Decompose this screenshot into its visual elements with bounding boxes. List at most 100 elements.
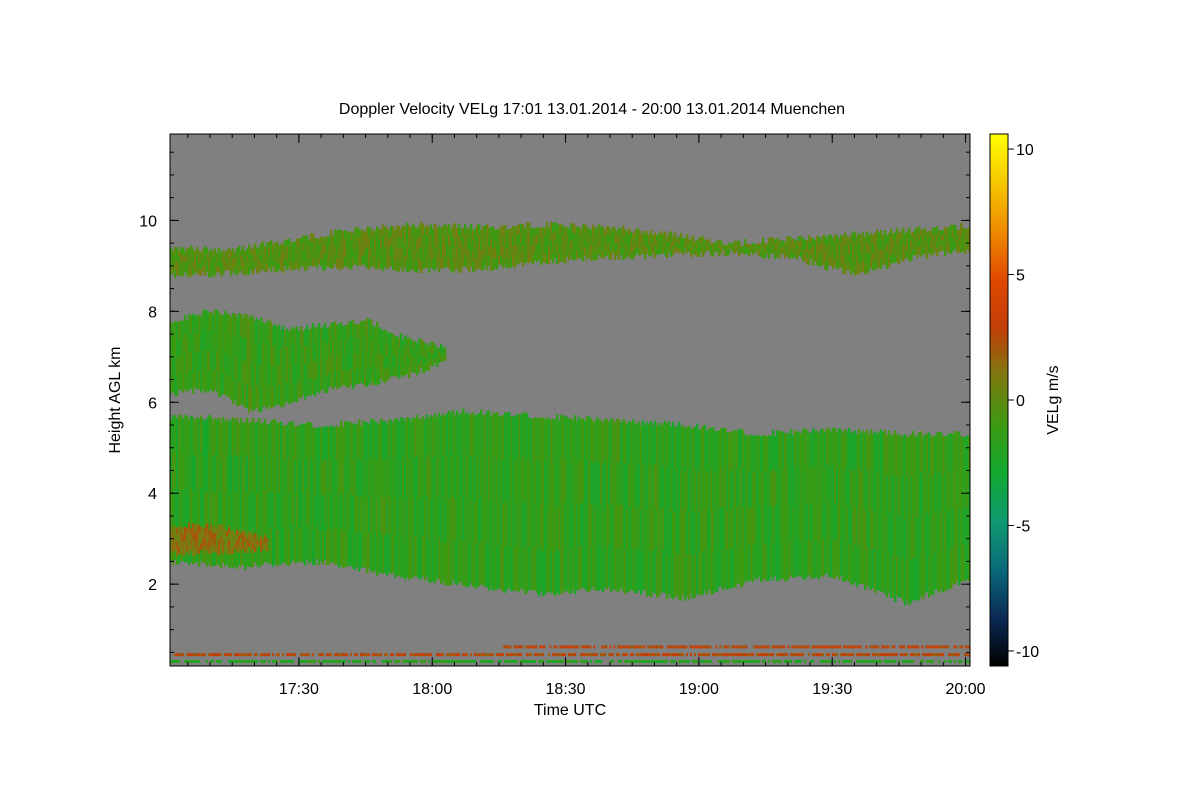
heatmap-cell [266,541,269,546]
heatmap-cell [758,659,760,663]
heatmap-cell [609,645,612,649]
heatmap-cell [793,645,796,649]
heatmap-cell [282,659,284,663]
heatmap-cell [384,659,386,663]
heatmap-cell [780,659,782,663]
colorbar-tick-label: 5 [1016,268,1025,285]
heatmap-cell [182,653,184,657]
heatmap-cell [374,659,376,663]
heatmap-cell [824,659,826,663]
heatmap-cell [966,653,968,657]
heatmap-cell [416,659,418,663]
heatmap-cell [839,645,842,649]
layer-ground-clutter-red [174,653,970,657]
heatmap-cell [811,645,814,649]
heatmap-cell [718,659,720,663]
heatmap-cell [927,645,930,649]
heatmap-cell [625,645,628,649]
y-tick-label: 8 [148,304,157,321]
heatmap-cell [224,653,226,657]
heatmap-cell [565,645,568,649]
heatmap-cell [512,659,514,663]
heatmap-cell [664,659,666,663]
heatmap-cell [856,659,858,663]
heatmap-cell [636,653,638,657]
heatmap-cell [372,659,374,663]
heatmap-cell [960,659,962,663]
heatmap-cell [340,659,342,663]
heatmap-cell [318,653,320,657]
heatmap-cell [888,659,890,663]
heatmap-cell [693,645,696,649]
heatmap-cell [938,659,940,663]
heatmap-cell [420,653,422,657]
heatmap-cell [590,653,592,657]
heatmap-cell [850,653,852,657]
heatmap-cell [562,653,564,657]
heatmap-cell [330,653,332,657]
heatmap-cell [444,659,446,663]
heatmap-cell [838,659,840,663]
heatmap-cell [636,659,638,663]
heatmap-cell [422,659,424,663]
heatmap-cell [862,659,864,663]
heatmap-cell [752,653,754,657]
heatmap-cell [639,645,642,649]
heatmap-cell [486,659,488,663]
heatmap-cell [872,659,874,663]
heatmap-cell [712,653,714,657]
heatmap-cell [593,645,596,649]
heatmap-cell [276,653,278,657]
heatmap-cell [835,645,838,649]
heatmap-cell [708,653,710,657]
heatmap-cell [462,653,464,657]
heatmap-cell [498,653,500,657]
heatmap-cell [903,645,906,649]
heatmap-cell [256,659,258,663]
heatmap-cell [907,645,910,649]
heatmap-cell [670,653,672,657]
heatmap-cell [671,645,674,649]
heatmap-cell [404,659,406,663]
heatmap-cell [602,653,604,657]
heatmap-cell [186,653,188,657]
heatmap-cell [880,653,882,657]
heatmap-cell [360,659,362,663]
heatmap-cell [266,653,268,657]
heatmap-cell [723,645,726,649]
heatmap-cell [322,653,324,657]
heatmap-cell [892,659,894,663]
heatmap-cell [641,645,644,649]
heatmap-cell [942,653,944,657]
heatmap-cell [736,659,738,663]
heatmap-cell [805,645,808,649]
heatmap-cell [768,659,770,663]
heatmap-cell [730,653,732,657]
heatmap-cell [605,645,608,649]
heatmap-cell [250,659,252,663]
heatmap-cell [848,653,850,657]
heatmap-cell [758,653,760,657]
heatmap-cell [428,653,430,657]
heatmap-cell [833,645,836,649]
heatmap-cell [828,653,830,657]
heatmap-cell [587,645,590,649]
heatmap-cell [822,653,824,657]
heatmap-cell [926,653,928,657]
y-tick-label: 2 [148,577,157,594]
heatmap-cell [678,659,680,663]
heatmap-cell [830,659,832,663]
heatmap-cell [722,659,724,663]
chart: Doppler Velocity VELg 17:01 13.01.2014 -… [107,101,1062,719]
heatmap-cell [752,659,754,663]
heatmap-cell [748,253,751,257]
heatmap-cell [584,653,586,657]
heatmap-cell [922,653,924,657]
heatmap-cell [374,653,376,657]
heatmap-cell [788,659,790,663]
heatmap-cell [538,653,540,657]
heatmap-cell [202,653,204,657]
heatmap-cell [450,659,452,663]
heatmap-cell [214,653,216,657]
heatmap-cell [556,653,558,657]
